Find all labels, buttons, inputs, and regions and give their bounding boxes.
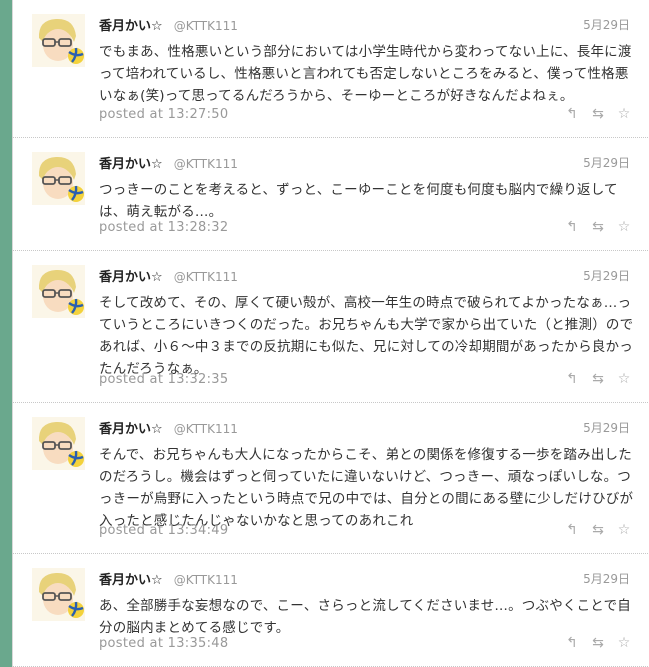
display-name[interactable]: 香月かい☆ xyxy=(99,573,163,588)
avatar[interactable] xyxy=(32,14,85,67)
user-handle[interactable]: @KTTK111 xyxy=(174,157,238,171)
avatar[interactable] xyxy=(32,417,85,470)
display-name[interactable]: 香月かい☆ xyxy=(99,422,163,437)
posted-time[interactable]: posted at 13:28:32 xyxy=(99,220,228,235)
reply-icon[interactable]: ↰ xyxy=(564,106,580,122)
user-handle[interactable]: @KTTK111 xyxy=(174,573,238,587)
timeline: 香月かい☆ @KTTK111 5月29日 でもまあ、性格悪いという部分においては… xyxy=(12,0,649,667)
tweet-item: 香月かい☆ @KTTK111 5月29日 そんで、お兄ちゃんも大人になったからこ… xyxy=(13,403,649,554)
tweet-text: つっきーのことを考えると、ずっと、こーゆーことを何度も何度も脳内で繰り返しては、… xyxy=(99,182,618,220)
tweet-header: 香月かい☆ @KTTK111 5月29日 xyxy=(99,569,630,589)
tweet-item: 香月かい☆ @KTTK111 5月29日 つっきーのことを考えると、ずっと、こー… xyxy=(13,138,649,251)
display-name[interactable]: 香月かい☆ xyxy=(99,19,163,34)
tweet-date[interactable]: 5月29日 xyxy=(583,153,630,173)
tweet-item: 香月かい☆ @KTTK111 5月29日 あ、全部勝手な妄想なので、こー、さらっ… xyxy=(13,554,649,667)
display-name[interactable]: 香月かい☆ xyxy=(99,157,163,172)
retweet-icon[interactable]: ⇆ xyxy=(590,106,606,122)
tweet-header: 香月かい☆ @KTTK111 5月29日 xyxy=(99,266,630,286)
tweet-actions: ↰ ⇆ ☆ xyxy=(564,635,632,651)
retweet-icon[interactable]: ⇆ xyxy=(590,522,606,538)
posted-time[interactable]: posted at 13:34:49 xyxy=(99,523,228,538)
favorite-icon[interactable]: ☆ xyxy=(616,371,632,387)
tweet-date[interactable]: 5月29日 xyxy=(583,266,630,286)
tweet-header: 香月かい☆ @KTTK111 5月29日 xyxy=(99,15,630,35)
retweet-icon[interactable]: ⇆ xyxy=(590,635,606,651)
tweet-actions: ↰ ⇆ ☆ xyxy=(564,371,632,387)
favorite-icon[interactable]: ☆ xyxy=(616,635,632,651)
posted-time[interactable]: posted at 13:35:48 xyxy=(99,636,228,651)
tweet-header: 香月かい☆ @KTTK111 5月29日 xyxy=(99,418,630,438)
tweet-actions: ↰ ⇆ ☆ xyxy=(564,219,632,235)
retweet-icon[interactable]: ⇆ xyxy=(590,219,606,235)
tweet-text: そして改めて、その、厚くて硬い殻が、高校一年生の時点で破られてよかったなぁ…って… xyxy=(99,295,634,377)
tweet-date[interactable]: 5月29日 xyxy=(583,15,630,35)
user-handle[interactable]: @KTTK111 xyxy=(174,19,238,33)
tweet-text: でもまあ、性格悪いという部分においては小学生時代から変わってない上に、長年に渡っ… xyxy=(99,44,632,104)
avatar[interactable] xyxy=(32,152,85,205)
tweet-item: 香月かい☆ @KTTK111 5月29日 でもまあ、性格悪いという部分においては… xyxy=(13,0,649,138)
tweet-date[interactable]: 5月29日 xyxy=(583,569,630,589)
reply-icon[interactable]: ↰ xyxy=(564,635,580,651)
tweet-item: 香月かい☆ @KTTK111 5月29日 そして改めて、その、厚くて硬い殻が、高… xyxy=(13,251,649,403)
reply-icon[interactable]: ↰ xyxy=(564,371,580,387)
tweet-text: そんで、お兄ちゃんも大人になったからこそ、弟との関係を修復する一歩を踏み出したの… xyxy=(99,447,634,529)
tweet-actions: ↰ ⇆ ☆ xyxy=(564,522,632,538)
posted-time[interactable]: posted at 13:32:35 xyxy=(99,372,228,387)
avatar[interactable] xyxy=(32,265,85,318)
reply-icon[interactable]: ↰ xyxy=(564,522,580,538)
user-handle[interactable]: @KTTK111 xyxy=(174,422,238,436)
display-name[interactable]: 香月かい☆ xyxy=(99,270,163,285)
user-handle[interactable]: @KTTK111 xyxy=(174,270,238,284)
reply-icon[interactable]: ↰ xyxy=(564,219,580,235)
favorite-icon[interactable]: ☆ xyxy=(616,106,632,122)
favorite-icon[interactable]: ☆ xyxy=(616,219,632,235)
tweet-date[interactable]: 5月29日 xyxy=(583,418,630,438)
posted-time[interactable]: posted at 13:27:50 xyxy=(99,107,228,122)
tweet-actions: ↰ ⇆ ☆ xyxy=(564,106,632,122)
tweet-text: あ、全部勝手な妄想なので、こー、さらっと流してくださいませ…。つぶやくことで自分… xyxy=(99,598,632,636)
avatar[interactable] xyxy=(32,568,85,621)
retweet-icon[interactable]: ⇆ xyxy=(590,371,606,387)
tweet-header: 香月かい☆ @KTTK111 5月29日 xyxy=(99,153,630,173)
favorite-icon[interactable]: ☆ xyxy=(616,522,632,538)
